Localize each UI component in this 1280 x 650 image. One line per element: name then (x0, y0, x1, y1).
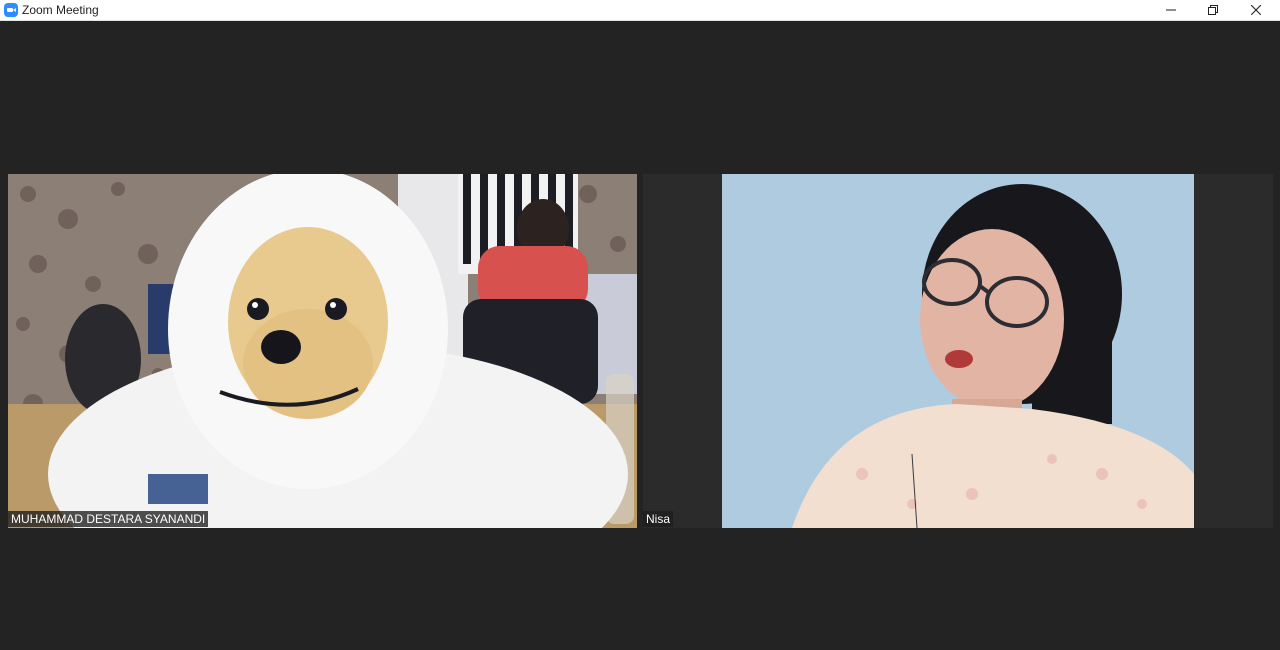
title-bar: Zoom Meeting (0, 0, 1280, 21)
participant-video-tile[interactable]: Nisa (643, 174, 1273, 528)
restore-icon (1208, 5, 1218, 15)
participant-video-feed (8, 174, 637, 528)
window-title: Zoom Meeting (22, 3, 99, 17)
minimize-button[interactable] (1149, 0, 1193, 20)
participant-name-label: MUHAMMAD DESTARA SYANANDI (8, 511, 209, 527)
minimize-icon (1166, 9, 1176, 11)
close-icon (1251, 5, 1261, 15)
close-button[interactable] (1234, 0, 1278, 20)
restore-button[interactable] (1191, 0, 1235, 20)
zoom-logo-icon (4, 3, 18, 17)
participant-video-tile[interactable]: MUHAMMAD DESTARA SYANANDI (8, 174, 637, 528)
participant-video-feed (722, 174, 1194, 528)
participant-name-label: Nisa (643, 511, 674, 527)
zoom-meeting-window: Zoom Meeting MUHAMMAD DESTARA SYANANDI N… (0, 0, 1280, 650)
